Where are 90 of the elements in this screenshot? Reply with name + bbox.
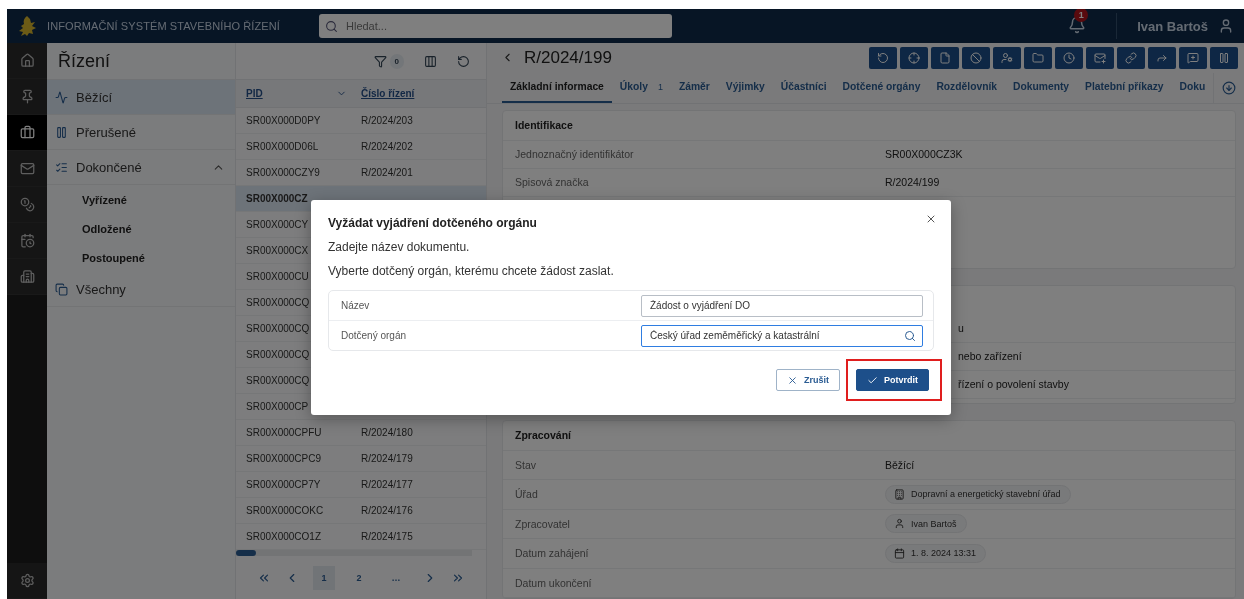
input-field[interactable]: Žádost o vyjádření DO xyxy=(641,294,923,317)
filter-count: 0 xyxy=(389,53,404,69)
field-label: Datum zahájení xyxy=(515,547,590,560)
tab[interactable]: Platební příkazy xyxy=(1077,72,1172,103)
table-cell: SR00X000D0PY xyxy=(246,115,321,126)
field-value: Běžící xyxy=(885,458,916,471)
notification-badge: 1 xyxy=(1074,9,1089,22)
sidebar-item[interactable]: Běžící xyxy=(47,80,235,115)
tab[interactable]: Účastníci xyxy=(772,72,835,103)
table-cell: SR00X000CQ xyxy=(246,297,310,308)
table-cell: SR00X000CQ xyxy=(246,375,310,386)
sidebar-subitem[interactable]: Vyřízené xyxy=(47,185,235,214)
input-text[interactable]: Žádost o vyjádření DO xyxy=(650,300,916,311)
tab[interactable]: Záměr xyxy=(670,72,718,103)
field-value: nebo zařízení xyxy=(958,350,1023,362)
column-header[interactable]: Číslo řízení xyxy=(361,88,471,99)
tab[interactable]: Dotčené orgány xyxy=(834,72,929,103)
table-cell: SR00X000CU xyxy=(246,271,309,282)
card-title: Zpracování xyxy=(503,420,1235,451)
table-cell: SR00X000CO1Z xyxy=(246,531,322,542)
table-cell: R/2024/201 xyxy=(361,167,413,178)
tab[interactable]: Úkoly 1 xyxy=(611,72,671,103)
field-label: Dotčený orgán xyxy=(341,330,408,341)
column-header[interactable]: PID xyxy=(246,88,361,99)
input-text[interactable]: Český úřad zeměměřický a katastrální xyxy=(650,330,904,341)
table-cell: R/2024/203 xyxy=(361,115,413,126)
confirm-button[interactable]: Potvrdit xyxy=(856,369,929,391)
tab-count: 1 xyxy=(657,81,663,92)
cancel-button[interactable]: Zrušit xyxy=(775,369,840,391)
dialog-text: Vyberte dotčený orgán, kterému chcete žádost zaslat. xyxy=(328,264,614,278)
chip-text: Ivan Bartoš xyxy=(911,518,957,529)
table-row[interactable]: SR00X000CPC9 R/2024/179 xyxy=(236,446,486,472)
table-cell: SR00X000CZY9 xyxy=(246,167,320,178)
field-value: u xyxy=(958,322,965,334)
table-row[interactable]: SR00X000D06L R/2024/202 xyxy=(236,134,486,160)
tab[interactable]: Doku xyxy=(1171,72,1214,103)
sidebar-item[interactable]: Všechny xyxy=(47,272,235,307)
page-button[interactable]: 2 xyxy=(348,565,370,590)
field-label: Název xyxy=(341,300,371,311)
table-row[interactable]: SR00X000D0PY R/2024/203 xyxy=(236,108,486,134)
table-cell: SR00X000CZ xyxy=(246,193,308,204)
chip-text: Dopravní a energetický stavební úřad xyxy=(911,489,1061,500)
table-cell: SR00X000COKC xyxy=(246,505,324,516)
table-cell: R/2024/180 xyxy=(361,427,413,438)
field-value: řízení o povolení stavby xyxy=(958,378,1070,390)
field-value: SR00X000CZ3K xyxy=(885,148,964,160)
app-title: INFORMAČNÍ SYSTÉM STAVEBNÍHO ŘÍZENÍ xyxy=(47,20,281,32)
field-value: R/2024/199 xyxy=(885,176,941,188)
page-button[interactable]: … xyxy=(383,565,409,590)
table-cell: R/2024/202 xyxy=(361,141,413,152)
sidebar-item[interactable]: Přerušené xyxy=(47,115,235,150)
sidebar-item[interactable]: Dokončené xyxy=(47,150,235,185)
tab[interactable]: Rozdělovník xyxy=(928,72,1006,103)
table-row[interactable]: SR00X000COKC R/2024/176 xyxy=(236,498,486,524)
table-cell: SR00X000D06L xyxy=(246,141,319,152)
table-row[interactable]: SR00X000CP7Y R/2024/177 xyxy=(236,472,486,498)
table-cell: R/2024/176 xyxy=(361,505,413,516)
table-cell: R/2024/177 xyxy=(361,479,413,490)
table-cell: SR00X000CPC9 xyxy=(246,453,322,464)
search-input[interactable]: Hledat... xyxy=(344,19,666,33)
detail-title: R/2024/199 xyxy=(524,47,613,68)
search-field[interactable]: Hledat... xyxy=(319,14,672,38)
sidebar-subitem[interactable]: Postoupené xyxy=(47,243,235,272)
user-name[interactable]: Ivan Bartoš xyxy=(1137,18,1208,34)
table-cell: SR00X000CQ xyxy=(246,323,310,334)
field-label: Spisová značka xyxy=(515,176,590,188)
table-cell: SR00X000CPFU xyxy=(246,427,322,438)
field-label: Jednoznačný identifikátor xyxy=(515,148,635,160)
tab[interactable]: Dokumenty xyxy=(1005,72,1078,103)
field-label: Datum ukončení xyxy=(515,576,593,589)
tab[interactable]: Výjimky xyxy=(717,72,773,103)
table-cell: R/2024/175 xyxy=(361,531,413,542)
table-cell: SR00X000CP xyxy=(246,401,309,412)
dialog-title: Vyžádat vyjádření dotčeného orgánu xyxy=(328,216,537,230)
chip-text: 1. 8. 2024 13:31 xyxy=(911,548,977,559)
field-label: Stav xyxy=(515,458,537,471)
sidebar-subitem[interactable]: Odložené xyxy=(47,214,235,243)
table-row[interactable]: SR00X000CPFU R/2024/180 xyxy=(236,420,486,446)
dialog-text: Zadejte název dokumentu. xyxy=(328,240,470,254)
card-title: Identifikace xyxy=(503,110,1235,141)
table-cell: SR00X000CQ xyxy=(246,349,310,360)
tab[interactable]: Základní informace xyxy=(502,72,612,103)
field-label: Zpracovatel xyxy=(515,517,571,530)
search-field[interactable]: Český úřad zeměměřický a katastrální xyxy=(641,324,923,347)
page-button[interactable]: 1 xyxy=(313,565,335,590)
table-cell: R/2024/179 xyxy=(361,453,413,464)
table-cell: SR00X000CP7Y xyxy=(246,479,321,490)
table-cell: SR00X000CY xyxy=(246,219,309,230)
field-label: Úřad xyxy=(515,488,539,501)
table-cell: SR00X000CX xyxy=(246,245,309,256)
